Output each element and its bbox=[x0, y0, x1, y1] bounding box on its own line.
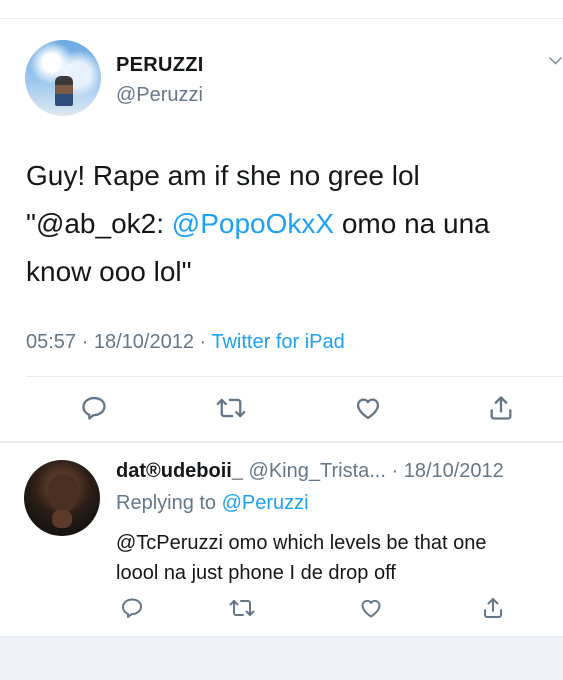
share-button[interactable] bbox=[485, 392, 517, 424]
reply-like-button[interactable] bbox=[355, 592, 387, 624]
avatar-face bbox=[48, 474, 78, 512]
reply-author-avatar[interactable] bbox=[24, 460, 100, 536]
like-button[interactable] bbox=[352, 392, 384, 424]
bottom-area bbox=[0, 637, 563, 680]
author-avatar[interactable] bbox=[25, 40, 101, 116]
meta-separator: · bbox=[76, 331, 94, 353]
reply-author-name[interactable]: dat®udeboii_ bbox=[116, 460, 243, 482]
avatar-hand bbox=[52, 510, 72, 528]
tweet-source-link[interactable]: Twitter for iPad bbox=[211, 331, 344, 353]
tweet-time: 05:57 bbox=[26, 331, 77, 353]
reply-share-button[interactable] bbox=[477, 592, 509, 624]
tweet-text-line-3: know ooo lol" bbox=[26, 256, 192, 287]
reply-reply-button[interactable] bbox=[116, 592, 148, 624]
reply-button[interactable] bbox=[78, 392, 110, 424]
avatar-figure bbox=[55, 76, 73, 106]
share-icon bbox=[484, 598, 502, 618]
reply-separator: · bbox=[385, 460, 404, 482]
reply-header: dat®udeboii_ @King_Trista... · 18/10/201… bbox=[116, 460, 504, 483]
tweet-date: 18/10/2012 bbox=[93, 331, 194, 353]
reply-retweet-button[interactable] bbox=[226, 592, 258, 624]
reply-text: @TcPeruzzi omo which levels be that one … bbox=[116, 528, 556, 588]
reply-icon bbox=[122, 598, 142, 618]
top-divider bbox=[0, 18, 563, 19]
retweet-button[interactable] bbox=[215, 392, 247, 424]
reply-author-handle[interactable]: @King_Trista... bbox=[249, 460, 386, 482]
tweet-text-line-1: Guy! Rape am if she no gree lol bbox=[26, 160, 420, 191]
share-icon bbox=[490, 396, 512, 420]
author-name[interactable]: PERUZZI bbox=[116, 54, 204, 77]
section-divider bbox=[0, 441, 563, 443]
quote-text: omo na una bbox=[334, 208, 490, 239]
reply-text-line-1: @TcPeruzzi omo which levels be that one bbox=[116, 532, 487, 554]
author-handle[interactable]: @Peruzzi bbox=[116, 84, 203, 107]
quote-prefix: "@ab_ok2: bbox=[26, 208, 172, 239]
tweet-text-line-2: "@ab_ok2: @PopoOkxX omo na una bbox=[26, 200, 546, 248]
reply-date[interactable]: 18/10/2012 bbox=[404, 460, 504, 482]
replying-to-link[interactable]: @Peruzzi bbox=[222, 492, 309, 514]
tweet-meta: 05:57 · 18/10/2012 · Twitter for iPad bbox=[26, 331, 345, 354]
tweet-text: Guy! Rape am if she no gree lol "@ab_ok2… bbox=[26, 152, 546, 296]
retweet-icon bbox=[229, 600, 255, 616]
chevron-down-icon[interactable] bbox=[548, 56, 563, 66]
replying-to: Replying to @Peruzzi bbox=[116, 492, 309, 515]
retweet-icon bbox=[216, 398, 246, 418]
heart-icon bbox=[361, 599, 381, 618]
divider bbox=[26, 376, 563, 377]
reply-icon bbox=[82, 396, 106, 420]
reply-text-line-2: loool na just phone I de drop off bbox=[116, 562, 396, 584]
meta-separator: · bbox=[193, 331, 212, 353]
replying-prefix: Replying to bbox=[116, 492, 222, 514]
heart-icon bbox=[356, 398, 380, 420]
mention-link[interactable]: @PopoOkxX bbox=[172, 208, 334, 239]
